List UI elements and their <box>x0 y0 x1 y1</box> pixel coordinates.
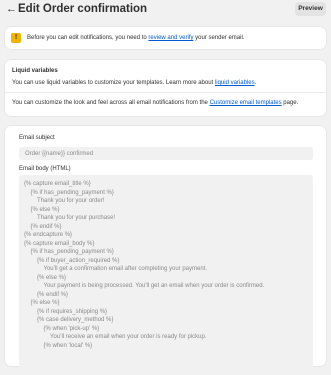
email-subject-input[interactable]: Order {{name}} confirmed <box>19 147 313 160</box>
email-body-textarea[interactable]: {% capture email_title %} {% if has_pendi… <box>19 175 313 375</box>
review-verify-link[interactable]: review and verify <box>148 35 193 41</box>
code-line: {% when 'pick-up' %} <box>43 325 100 332</box>
liquid-variables-link[interactable]: liquid variables <box>215 80 255 86</box>
liquid-variables-description: You can use liquid variables to customiz… <box>12 79 256 87</box>
email-subject-label: Email subject <box>19 135 55 141</box>
page-header: ← Edit Order confirmation Preview <box>0 0 331 20</box>
liquid-desc-before: You can use liquid variables to customiz… <box>12 80 215 86</box>
code-line: {% else %} <box>37 274 67 281</box>
sender-email-notice: ! Before you can edit notifications, you… <box>5 27 326 49</box>
divider <box>5 92 326 93</box>
code-line: {% capture email_body %} <box>24 240 95 247</box>
notice-text-before: Before you can edit notifications, you n… <box>27 35 149 41</box>
code-line: {% if buyer_action_required %} <box>37 257 120 264</box>
code-line: Thank you for your purchase! <box>37 215 116 221</box>
code-line: {% capture email_title %} <box>24 181 91 187</box>
code-line: {% case delivery_method %} <box>37 317 114 323</box>
code-line: {% else %} <box>30 300 60 306</box>
code-line: Thank you for your order! <box>37 198 105 204</box>
preview-button[interactable]: Preview <box>295 2 326 16</box>
liquid-desc-after: . <box>254 80 257 86</box>
code-line: Your payment is being processed. You'll … <box>43 283 265 289</box>
notice-text: Before you can edit notifications, you n… <box>27 34 244 42</box>
liquid-variables-title: Liquid variables <box>12 68 58 74</box>
code-line: {% endcapture %} <box>24 232 73 238</box>
code-line: {% when 'local' %} <box>43 342 93 349</box>
code-line: {% if has_pending_payment %} <box>30 189 114 196</box>
customize-desc-after: page. <box>281 100 299 106</box>
email-subject-value: Order {{name}} confirmed <box>25 151 94 157</box>
code-line: You’ll get a confirmation email after co… <box>43 266 208 272</box>
warning-icon: ! <box>11 33 21 43</box>
code-line: You’ll receive an email when your order … <box>50 334 207 340</box>
liquid-variables-card: Liquid variables You can use liquid vari… <box>5 60 326 116</box>
code-line: {% endif %} <box>37 291 69 298</box>
back-arrow-icon[interactable]: ← <box>6 3 17 15</box>
code-line: {% else %} <box>30 206 60 213</box>
page-title: Edit Order confirmation <box>18 3 148 15</box>
email-template-form: Email subject Order {{name}} confirmed E… <box>5 126 326 375</box>
code-line: {% if has_pending_payment %} <box>30 249 114 255</box>
email-body-label: Email body (HTML) <box>19 166 71 172</box>
code-line: {% endif %} <box>30 223 62 230</box>
customize-templates-description: You can customize the look and feel acro… <box>12 99 298 107</box>
customize-desc-before: You can customize the look and feel acro… <box>12 100 210 106</box>
code-line: {% if requires_shipping %} <box>37 308 108 315</box>
notice-text-after: your sender email. <box>193 35 245 41</box>
customize-email-templates-link[interactable]: Customize email templates <box>210 100 282 106</box>
